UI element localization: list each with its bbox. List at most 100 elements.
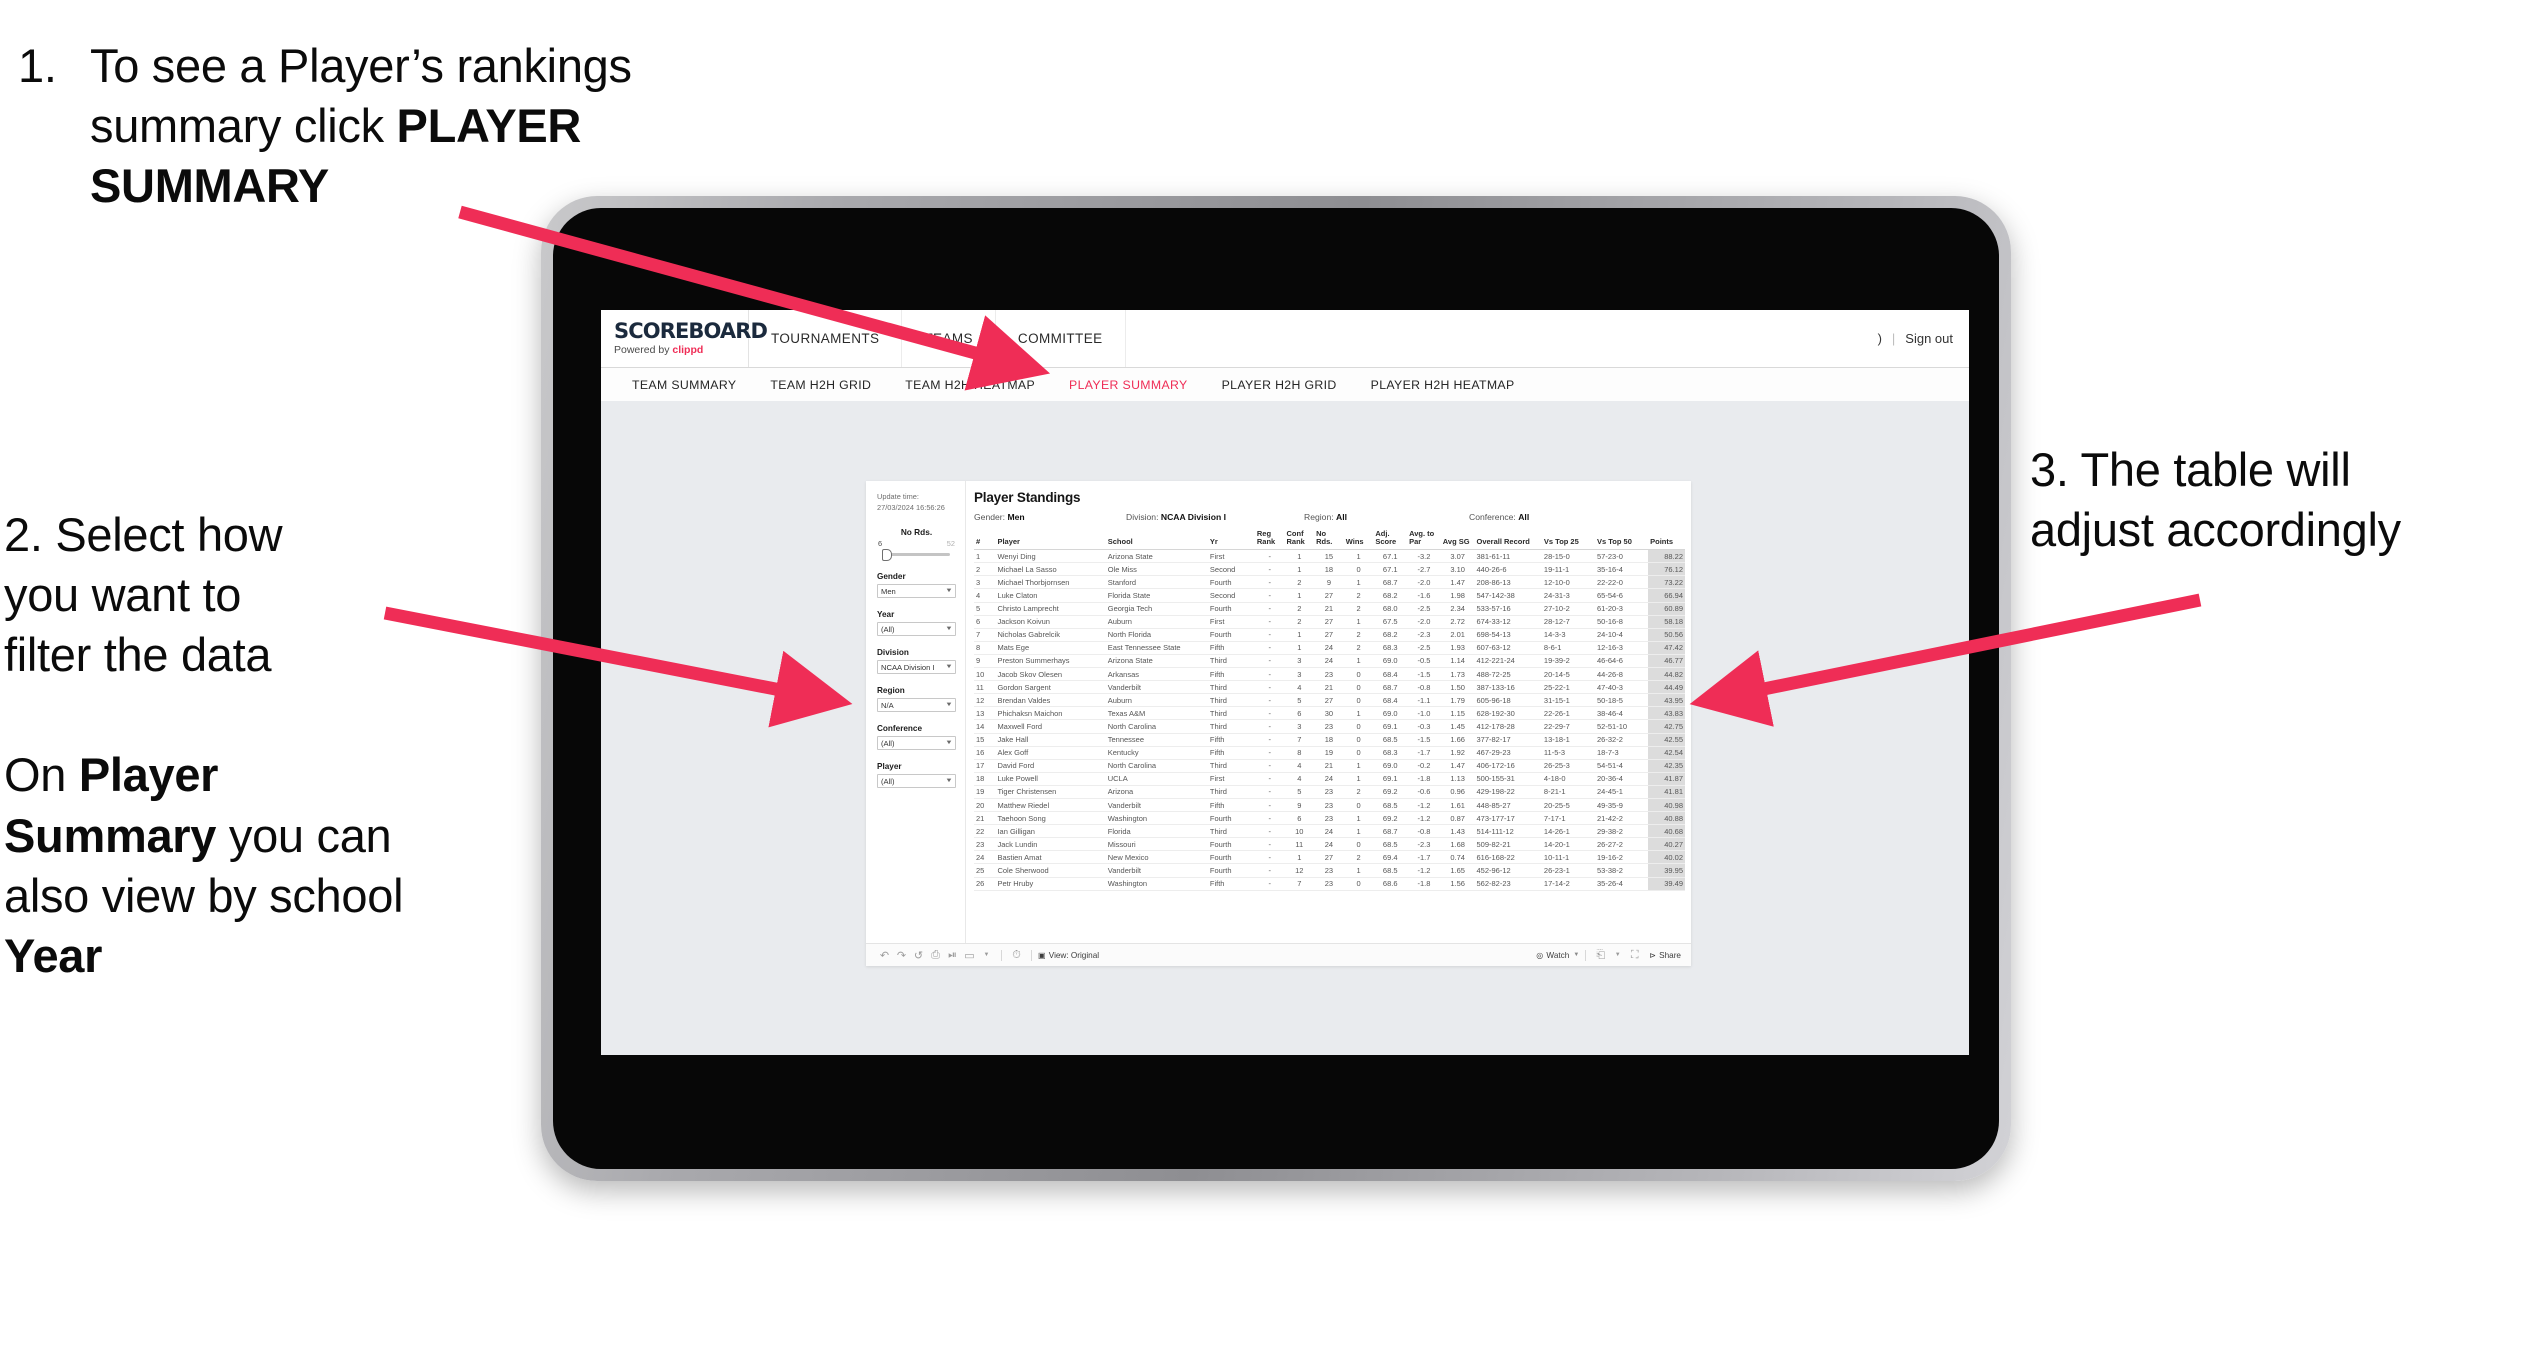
table-row[interactable]: 15 Jake Hall Tennessee Fifth -7 18 0 68.5 -1.5 1.…	[974, 733, 1685, 747]
filter-gender-select[interactable]: Men ▼	[877, 584, 956, 599]
tab-player-h2h-heatmap[interactable]: PLAYER H2H HEATMAP	[1354, 378, 1532, 392]
table-row[interactable]: 4 Luke Claton Florida State Second -1 27 2 68.2…	[974, 588, 1685, 603]
nav-item-committee[interactable]: COMMITTEE	[996, 310, 1126, 367]
filter-conference-select[interactable]: (All) ▼	[877, 736, 956, 751]
cell-vs-top-25: 22-29-7	[1541, 719, 1596, 734]
cell-avg-sg: 2.34	[1440, 602, 1475, 616]
tab-team-h2h-heatmap[interactable]: TEAM H2H HEATMAP	[888, 378, 1052, 392]
col-yr[interactable]: Yr	[1207, 530, 1255, 551]
table-row[interactable]: 21 Taehoon Song Washington Fourth -6 23 1 69.2-…	[974, 811, 1685, 826]
col-wins[interactable]: Wins	[1343, 530, 1374, 551]
tab-player-h2h-grid[interactable]: PLAYER H2H GRID	[1205, 378, 1354, 392]
table-row[interactable]: 1 Wenyi Ding Arizona State First -1 15 1 67.1 -3…	[974, 549, 1685, 564]
cell-wins: 2	[1343, 785, 1374, 799]
table-row[interactable]: 6 Jackson Koivun Auburn First -2 27 1 67.5 -2.0 2…	[974, 615, 1685, 629]
col-overall-record[interactable]: Overall Record	[1474, 530, 1542, 551]
cell-conf-rank: 5	[1284, 693, 1315, 708]
table-row[interactable]: 17 David Ford North Carolina Third -4 21 1 69.0…	[974, 759, 1685, 773]
tab-team-summary[interactable]: TEAM SUMMARY	[615, 378, 753, 392]
cell-vs-top-25: 19-39-2	[1541, 654, 1596, 669]
slider-handle[interactable]	[882, 549, 892, 562]
subheader-gender-value: Men	[1007, 512, 1025, 522]
no-rounds-slider[interactable]	[877, 549, 956, 562]
col-rank[interactable]: #	[974, 530, 996, 551]
filter-region-select[interactable]: N/A ▼	[877, 698, 956, 713]
cell-conf-rank: 6	[1284, 811, 1315, 826]
cell-points: 39.49	[1648, 877, 1685, 891]
cell-no-rds: 27	[1314, 615, 1344, 629]
refresh-icon[interactable]: ⎙	[927, 948, 944, 963]
cell-school: Auburn	[1105, 615, 1208, 629]
sign-out-link[interactable]: Sign out	[1905, 331, 1953, 346]
table-row[interactable]: 12 Brendan Valdes Auburn Third -5 27 0 68.4 -1.1…	[974, 693, 1685, 708]
table-row[interactable]: 22 Ian Gilligan Florida Third -10 24 1 68.7 -0.8…	[974, 824, 1685, 839]
device-layout-icon[interactable]: ▭	[961, 948, 978, 963]
redo-icon[interactable]: ↷	[893, 948, 910, 963]
table-row[interactable]: 5 Christo Lamprecht Georgia Tech Fourth -2 21…	[974, 602, 1685, 616]
table-row[interactable]: 14 Maxwell Ford North Carolina Third -3 23 0 69…	[974, 719, 1685, 734]
nav-item-tournaments[interactable]: TOURNAMENTS	[749, 310, 903, 367]
col-avg-sg[interactable]: Avg SG	[1440, 530, 1475, 551]
cell-vs-top-25: 11-5-3	[1541, 746, 1596, 760]
table-row[interactable]: 20 Matthew Riedel Vanderbilt Fifth -9 23 0 68.5…	[974, 798, 1685, 813]
download-icon[interactable]: ⎗	[1592, 948, 1609, 963]
cell-avg-to-par: -1.0	[1407, 706, 1441, 721]
subheader-conference-value: All	[1518, 512, 1530, 522]
revert-icon[interactable]: ↺	[910, 948, 927, 963]
tab-team-h2h-grid[interactable]: TEAM H2H GRID	[753, 378, 888, 392]
brand-logo[interactable]: SCOREBOARD Powered by clippd	[601, 310, 768, 367]
table-row[interactable]: 23 Jack Lundin Missouri Fourth -11 24 0 68.5 -2.…	[974, 837, 1685, 852]
col-vs-top-25[interactable]: Vs Top 25	[1541, 530, 1596, 551]
nav-item-teams[interactable]: TEAMS	[902, 310, 996, 367]
cell-avg-sg: 1.79	[1440, 693, 1475, 708]
filter-player-select[interactable]: (All) ▼	[877, 774, 956, 789]
table-row[interactable]: 3 Michael Thorbjornsen Stanford Fourth -2 9 1 6…	[974, 575, 1685, 590]
table-row[interactable]: 11 Gordon Sargent Vanderbilt Third -4 21 0 68.7…	[974, 680, 1685, 695]
share-button[interactable]: ⊳ Share	[1649, 950, 1681, 961]
view-original-button[interactable]: ▣ View: Original	[1038, 950, 1099, 961]
table-row[interactable]: 25 Cole Sherwood Vanderbilt Fourth -12 23 1 68.…	[974, 863, 1685, 878]
table-row[interactable]: 13 Phichaksn Maichon Texas A&M Third -6 30 1 69…	[974, 706, 1685, 721]
col-vs-top-50[interactable]: Vs Top 50	[1595, 530, 1649, 551]
col-conf-rank[interactable]: Conf Rank	[1284, 530, 1315, 551]
col-adj-score[interactable]: Adj. Score	[1373, 530, 1408, 551]
col-reg-rank[interactable]: Reg Rank	[1254, 530, 1285, 551]
table-row[interactable]: 16 Alex Goff Kentucky Fifth -8 19 0 68.3 -1.7 1.9…	[974, 746, 1685, 760]
col-avg-to-par[interactable]: Avg. to Par	[1407, 530, 1441, 551]
table-row[interactable]: 9 Preston Summerhays Arizona State Third -3 2…	[974, 654, 1685, 669]
col-school[interactable]: School	[1105, 530, 1208, 551]
table-row[interactable]: 7 Nicholas Gabrelcik North Florida Fourth -1…	[974, 628, 1685, 642]
cell-avg-to-par: -1.2	[1407, 811, 1441, 826]
cell-overall-record: 514-111-12	[1474, 824, 1542, 839]
tab-player-summary[interactable]: PLAYER SUMMARY	[1052, 378, 1205, 392]
watch-button[interactable]: ◎ Watch ▼	[1536, 950, 1579, 961]
cell-reg-rank: -	[1254, 837, 1285, 852]
cell-school: Arkansas	[1105, 667, 1208, 682]
filter-division-select[interactable]: NCAA Division I ▼	[877, 660, 956, 675]
filter-year-select[interactable]: (All) ▼	[877, 622, 956, 637]
cell-school: Ole Miss	[1105, 562, 1208, 577]
pause-icon[interactable]: ⏯	[944, 948, 961, 963]
col-no-rds[interactable]: No Rds.	[1314, 530, 1344, 551]
fullscreen-icon[interactable]: ⛶	[1626, 948, 1643, 963]
chevron-down-icon[interactable]: ▼	[1609, 948, 1626, 963]
table-row[interactable]: 19 Tiger Christensen Arizona Third -5 23 2 69.2…	[974, 785, 1685, 799]
cell-points: 76.12	[1648, 562, 1685, 577]
table-row[interactable]: 26 Petr Hruby Washington Fifth -7 23 0 68.6 -1.8…	[974, 877, 1685, 891]
filter-region-value: N/A	[881, 700, 894, 710]
table-row[interactable]: 24 Bastien Amat New Mexico Fourth -1 27 2 69.4-…	[974, 850, 1685, 865]
chevron-down-icon[interactable]: ▼	[978, 948, 995, 963]
table-row[interactable]: 2 Michael La Sasso Ole Miss Second -1 18 0 67.1…	[974, 562, 1685, 577]
table-row[interactable]: 8 Mats Ege East Tennessee State Fifth -1 24 2 6…	[974, 641, 1685, 655]
table-row[interactable]: 18 Luke Powell UCLA First -4 24 1 69.1 -1.8 1.13 5…	[974, 772, 1685, 786]
cell-points: 41.87	[1648, 772, 1685, 786]
cell-points: 50.56	[1648, 628, 1685, 642]
col-points[interactable]: Points	[1648, 530, 1685, 551]
undo-icon[interactable]: ↶	[876, 948, 893, 963]
history-icon[interactable]: ⏱	[1008, 948, 1025, 963]
cell-player: Luke Claton	[995, 588, 1106, 603]
cell-player: Phichaksn Maichon	[995, 706, 1106, 721]
col-player[interactable]: Player	[995, 530, 1106, 551]
table-row[interactable]: 10 Jacob Skov Olesen Arkansas Fifth -3 23 0 68.…	[974, 667, 1685, 682]
cell-rank: 8	[974, 641, 996, 655]
